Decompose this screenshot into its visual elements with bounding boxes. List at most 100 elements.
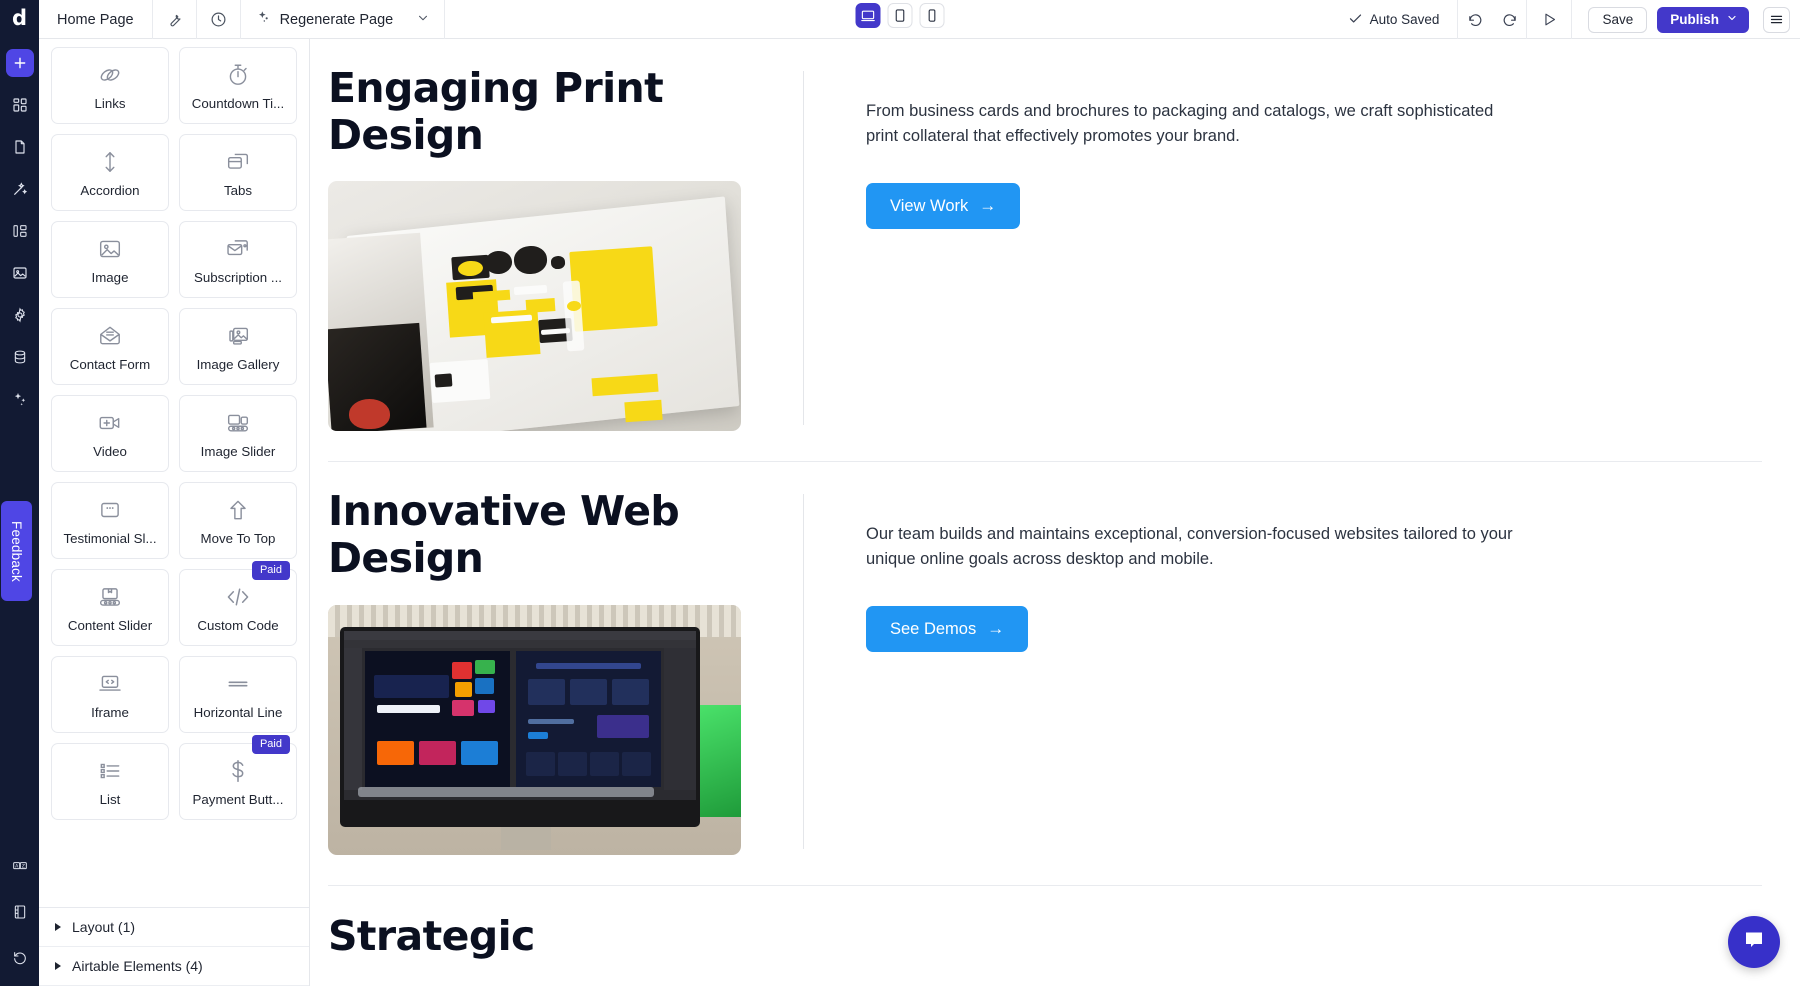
database-icon (12, 349, 28, 365)
widget-label: Video (93, 443, 127, 459)
section-image-monitor[interactable] (328, 604, 741, 855)
envelope-card-icon (225, 235, 251, 263)
brand-logo[interactable]: d (0, 0, 39, 39)
widget-card-move-to-top[interactable]: Move To Top (179, 482, 297, 559)
section-cta-see-demos[interactable]: See Demos → (866, 606, 1029, 653)
widget-label: Accordion (80, 182, 140, 198)
section-right-column: From business cards and brochures to pac… (804, 65, 1762, 431)
rail-item-media[interactable] (6, 259, 34, 287)
rail-item-database[interactable] (6, 343, 34, 371)
widget-card-contact-form[interactable]: Contact Form (51, 308, 169, 385)
page-name-label[interactable]: Home Page (39, 0, 153, 39)
cta-label: View Work (890, 196, 969, 215)
rail-item-restore[interactable] (6, 944, 34, 972)
rail-bottom-group: A Z (0, 852, 39, 972)
image-slider-icon (225, 409, 251, 437)
widget-card-subscription[interactable]: Subscription ... (179, 221, 297, 298)
brand-glyph: d (11, 6, 28, 30)
autosave-label: Auto Saved (1369, 12, 1440, 27)
rail-item-theme[interactable] (6, 175, 34, 203)
save-button[interactable]: Save (1588, 6, 1648, 33)
widget-label: Payment Butt... (192, 791, 284, 807)
widget-label: Testimonial Sl... (63, 530, 157, 546)
widget-card-image[interactable]: Image (51, 221, 169, 298)
feedback-tab[interactable]: Feedback (1, 501, 32, 601)
chat-widget-button[interactable] (1728, 916, 1780, 968)
preview-button-group (1527, 0, 1573, 39)
horizontal-line-icon (225, 670, 251, 698)
section-cta-view-work[interactable]: View Work → (866, 183, 1021, 230)
app-root: d Home Page Regenerate Page Auto Saved S… (0, 0, 1800, 986)
rail-item-ai[interactable] (6, 385, 34, 413)
rail-item-notes[interactable] (6, 898, 34, 926)
rail-item-pages[interactable] (6, 133, 34, 161)
code-slash-icon (224, 583, 252, 611)
content-slider-icon (97, 583, 123, 611)
rail-item-sections[interactable] (6, 91, 34, 119)
widget-card-horizontal-line[interactable]: Horizontal Line (179, 656, 297, 733)
device-desktop-button[interactable] (855, 3, 881, 28)
arrow-up-icon (225, 496, 251, 524)
body-row: Feedback A Z Links Countdown Ti... Accor… (0, 39, 1800, 986)
restore-history-icon (12, 950, 28, 966)
panel-section-airtable-elements[interactable]: Airtable Elements (4) (39, 947, 309, 986)
widget-card-links[interactable]: Links (51, 47, 169, 124)
rail-item-structure[interactable] (6, 217, 34, 245)
link-chain-icon (97, 61, 123, 89)
left-icon-rail: Feedback A Z (0, 39, 39, 986)
section-title: Innovative Web Design (328, 487, 680, 583)
widget-card-tabs[interactable]: Tabs (179, 134, 297, 211)
testimonial-card-icon (97, 496, 123, 524)
wrench-icon[interactable] (153, 0, 197, 39)
regenerate-page-button[interactable]: Regenerate Page (241, 0, 446, 39)
widgets-panel: Links Countdown Ti... Accordion Tabs Ima… (39, 39, 310, 986)
bullet-list-icon (97, 757, 123, 785)
plus-icon (12, 55, 28, 71)
clock-history-icon[interactable] (197, 0, 241, 39)
canvas-section-print-design[interactable]: Engaging Print Design From business card… (328, 39, 1762, 463)
rail-item-translate[interactable]: A Z (6, 852, 34, 880)
svg-text:Z: Z (21, 863, 24, 869)
widget-card-countdown-timer[interactable]: Countdown Ti... (179, 47, 297, 124)
next-section-title-partial: Strategic (328, 911, 535, 960)
widget-card-content-slider[interactable]: Content Slider (51, 569, 169, 646)
rail-item-add[interactable] (5, 49, 34, 77)
widget-card-image-gallery[interactable]: Image Gallery (179, 308, 297, 385)
sitemap-icon (12, 223, 28, 239)
canvas-section-web-design[interactable]: Innovative Web Design Our team builds an… (328, 462, 1762, 886)
widget-card-testimonial-slider[interactable]: Testimonial Sl... (51, 482, 169, 559)
arrow-right-icon: → (979, 196, 997, 216)
page-canvas[interactable]: Engaging Print Design From business card… (310, 39, 1800, 986)
widget-label: Move To Top (200, 530, 276, 546)
undo-icon[interactable] (1458, 0, 1492, 39)
page-icon (12, 139, 28, 155)
widget-card-image-slider[interactable]: Image Slider (179, 395, 297, 472)
rail-item-settings[interactable] (6, 301, 34, 329)
widget-card-accordion[interactable]: Accordion (51, 134, 169, 211)
device-tablet-button[interactable] (887, 3, 913, 28)
device-mobile-button[interactable] (919, 3, 945, 28)
widget-label: List (99, 791, 121, 807)
section-left-column: Innovative Web Design (328, 487, 803, 855)
play-preview-icon[interactable] (1527, 0, 1571, 39)
widget-label: Tabs (223, 182, 253, 198)
publish-button[interactable]: Publish (1657, 6, 1749, 33)
panel-section-layout[interactable]: Layout (1) (39, 908, 309, 947)
widget-card-list[interactable]: List (51, 743, 169, 820)
redo-icon[interactable] (1492, 0, 1526, 39)
panel-section-label: Layout (1) (72, 919, 136, 935)
widget-label: Custom Code (197, 617, 279, 633)
widgets-scroll-area[interactable]: Links Countdown Ti... Accordion Tabs Ima… (39, 39, 309, 907)
widget-card-custom-code[interactable]: Paid Custom Code (179, 561, 297, 646)
widget-card-payment-button[interactable]: Paid Payment Butt... (179, 735, 297, 820)
panel-section-label: Airtable Elements (4) (72, 958, 203, 974)
section-image-print[interactable] (328, 181, 741, 432)
dollar-sign-icon (224, 757, 252, 785)
hamburger-menu-icon[interactable] (1763, 6, 1790, 33)
tabs-icon (225, 148, 251, 176)
panel-collapsed-sections: Layout (1) Airtable Elements (4) (39, 907, 309, 986)
widget-card-video[interactable]: Video (51, 395, 169, 472)
widget-label: Contact Form (69, 356, 151, 372)
widget-card-iframe[interactable]: Iframe (51, 656, 169, 733)
publish-chevron-down-icon (1726, 12, 1738, 27)
